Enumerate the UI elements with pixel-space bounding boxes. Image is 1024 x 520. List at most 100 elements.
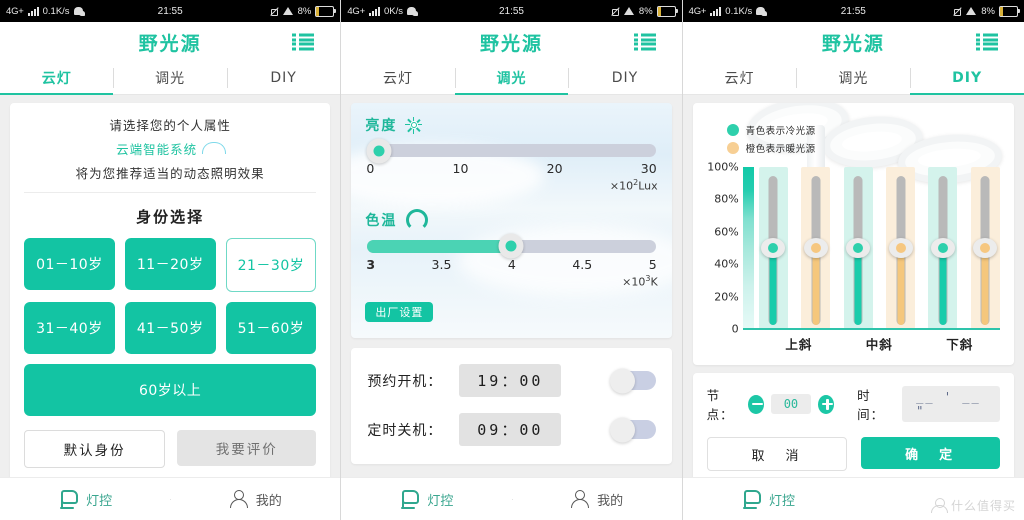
- three-panel-screenshot: 4G+ 0.1K/s 21:55 8% 野光源 云灯 调光 DIY 请选择您的个…: [0, 0, 1024, 520]
- unit-prefix: ×10: [609, 179, 634, 193]
- tab-cloud-lamp[interactable]: 云灯: [0, 62, 114, 95]
- colortemp-header: 色温: [365, 208, 657, 231]
- slider-thumb[interactable]: [930, 238, 955, 258]
- slider-column-warm[interactable]: [801, 167, 831, 329]
- legend-swatch-cool: [726, 124, 739, 136]
- chart-y-axis: 100% 80% 60% 40% 20% 0: [701, 161, 741, 336]
- time-value-field[interactable]: __ ' __ ": [902, 386, 1000, 422]
- slider-column-cool[interactable]: [843, 167, 873, 329]
- age-button[interactable]: 01－10岁: [24, 238, 115, 290]
- x-tick-label: 中斜: [865, 337, 893, 352]
- tab-dimming[interactable]: 调光: [454, 62, 569, 95]
- battery-percent-label: 8%: [981, 5, 995, 17]
- slider-column-warm[interactable]: [886, 167, 916, 329]
- app-header: 野光源: [682, 22, 1024, 62]
- tab-cloud-lamp[interactable]: 云灯: [341, 62, 454, 94]
- timer-toggle-power-off[interactable]: [609, 417, 656, 443]
- slider-thumb[interactable]: [973, 238, 998, 258]
- tab-diy[interactable]: DIY: [568, 62, 681, 94]
- node-time-card: 节点： 00 时间： __ ' __ " 取 消 确 定: [692, 373, 1014, 477]
- slider-thumb[interactable]: [888, 238, 913, 258]
- tab-cloud-lamp[interactable]: 云灯: [683, 62, 797, 94]
- factory-reset-button[interactable]: 出厂设置: [365, 302, 434, 323]
- tab-diy[interactable]: DIY: [226, 62, 340, 94]
- tick-label: 0: [366, 161, 375, 176]
- colortemp-thumb[interactable]: [498, 233, 524, 259]
- timer-label: 预约开机：: [367, 373, 443, 390]
- lamp-icon: [58, 489, 79, 509]
- mute-icon: [270, 7, 279, 16]
- tab-dimming[interactable]: 调光: [796, 62, 910, 94]
- nav-label: 我的: [597, 492, 624, 508]
- tab-bar: 云灯 调光 DIY: [0, 62, 341, 95]
- y-tick-label: 100%: [707, 160, 739, 174]
- chart-x-axis: [742, 328, 1000, 330]
- slider-thumb[interactable]: [761, 238, 786, 258]
- slider-column-cool[interactable]: [928, 167, 958, 329]
- age-button[interactable]: 41－50岁: [124, 302, 216, 354]
- tick-label: 5: [648, 256, 657, 272]
- review-button[interactable]: 我要评价: [177, 430, 317, 466]
- tab-diy[interactable]: DIY: [910, 62, 1024, 95]
- battery-percent-label: 8%: [297, 5, 312, 17]
- brightness-header: 亮度: [365, 115, 657, 135]
- timer-value[interactable]: 09：00: [459, 413, 562, 447]
- battery-icon: [315, 5, 337, 17]
- slider-column-warm[interactable]: [970, 167, 1000, 329]
- nav-item-lamp-control[interactable]: 灯控: [683, 489, 854, 509]
- age-button[interactable]: 11－20岁: [124, 238, 216, 290]
- chart-plot-area: [758, 167, 1000, 329]
- node-value[interactable]: 00: [770, 394, 812, 414]
- tab-dimming[interactable]: 调光: [113, 62, 226, 94]
- legend-item-cool: 青色表示冷光源: [726, 123, 816, 137]
- age-button-selected[interactable]: 21－30岁: [225, 238, 317, 292]
- colortemp-slider[interactable]: [367, 233, 656, 259]
- timer-toggle-power-on[interactable]: [609, 368, 656, 394]
- slider-column-cool[interactable]: [758, 167, 788, 329]
- mute-icon: [611, 7, 620, 16]
- chart-x-labels: 上斜 中斜 下斜: [759, 334, 1000, 353]
- cancel-button[interactable]: 取 消: [706, 437, 848, 471]
- app-header: 野光源: [341, 22, 682, 62]
- mute-icon: [953, 7, 962, 16]
- age-button[interactable]: 51－60岁: [225, 302, 317, 354]
- menu-icon[interactable]: [633, 33, 656, 51]
- age-group-grid: 01－10岁 11－20岁 21－30岁 31－40岁 41－50岁 51－60…: [24, 238, 317, 416]
- timer-value[interactable]: 19：00: [459, 364, 562, 398]
- age-button[interactable]: 31－40岁: [24, 302, 115, 354]
- menu-icon[interactable]: [292, 33, 315, 51]
- app-title: 野光源: [138, 32, 202, 55]
- tick-label: 20: [546, 161, 563, 176]
- nav-item-lamp-control[interactable]: 灯控: [341, 489, 511, 509]
- minus-icon[interactable]: [747, 394, 764, 414]
- nav-item-mine[interactable]: 我的: [170, 489, 340, 509]
- unit-suffix: K: [650, 275, 658, 289]
- tick-label: 10: [452, 161, 469, 176]
- default-identity-button[interactable]: 默认身份: [24, 430, 166, 468]
- panel2-body: 亮度 0 10 20 30 ×102Lux 色温 3 3.5 4 4.5 5 ×…: [341, 95, 681, 477]
- x-tick-label: 下斜: [946, 337, 974, 352]
- nav-item-mine[interactable]: 我的: [511, 489, 682, 509]
- slider-thumb[interactable]: [846, 238, 871, 258]
- plus-icon[interactable]: [818, 394, 835, 414]
- confirm-button[interactable]: 确 定: [861, 437, 1000, 469]
- wifi-icon: [966, 7, 977, 15]
- status-bar: 4G+ 0.1K/s 21:55 8%: [682, 0, 1024, 22]
- menu-icon[interactable]: [975, 33, 998, 51]
- nav-item-lamp-control[interactable]: 灯控: [0, 489, 170, 509]
- battery-icon: [998, 5, 1020, 17]
- age-button-over-60[interactable]: 60岁以上: [24, 364, 317, 416]
- status-bar: 4G+ 0K/s 21:55 8%: [341, 0, 682, 22]
- slider-thumb[interactable]: [803, 238, 828, 258]
- brightness-thumb[interactable]: [366, 138, 392, 163]
- brightness-slider[interactable]: [366, 138, 656, 163]
- identity-card: 请选择您的个人属性 云端智能系统 将为您推荐适当的动态照明效果 身份选择 01－…: [10, 103, 331, 477]
- panel-diy: 4G+ 0.1K/s 21:55 8% 野光源 云灯 调光 DIY 青色表示冷光…: [682, 0, 1024, 520]
- bottom-nav: 灯控 我的: [0, 477, 341, 520]
- status-bar: 4G+ 0.1K/s 21:55 8%: [0, 0, 341, 22]
- timer-row-power-on: 预约开机： 19：00: [367, 364, 656, 398]
- timer-card: 预约开机： 19：00 定时关机： 09：00: [351, 348, 672, 465]
- intro-line-1: 请选择您的个人属性: [109, 118, 231, 133]
- tick-label: 3: [366, 256, 376, 272]
- legend-label: 橙色表示暖光源: [745, 144, 816, 155]
